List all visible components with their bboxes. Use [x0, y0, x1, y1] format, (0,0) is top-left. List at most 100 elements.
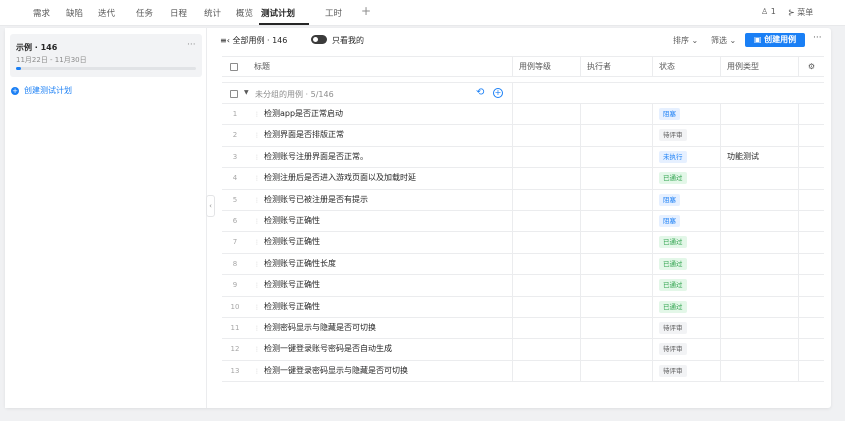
list-icon: ≡‹: [220, 36, 230, 45]
all-cases-selector[interactable]: ≡‹ 全部用例 · 146: [220, 35, 287, 46]
case-title[interactable]: 检测一键登录密码显示与隐藏是否可切换: [264, 361, 408, 381]
create-case-button[interactable]: ▣ 创建用例: [745, 33, 805, 47]
tab-requirements[interactable]: 需求: [33, 7, 50, 19]
sync-icon[interactable]: ⟲: [476, 87, 484, 98]
column-case-level[interactable]: 用例等级: [512, 57, 580, 77]
member-count[interactable]: ♙ 1: [761, 7, 776, 16]
more-icon[interactable]: ···: [187, 40, 196, 50]
case-title[interactable]: 检测注册后是否进入游戏页面以及加载时延: [264, 168, 416, 188]
status-badge[interactable]: 阻塞: [659, 108, 680, 120]
column-divider: [512, 104, 513, 125]
drag-handle-icon[interactable]: ⋮: [254, 282, 260, 289]
row-index: 3: [232, 152, 238, 161]
column-case-type[interactable]: 用例类型: [720, 57, 798, 77]
column-divider: [720, 210, 721, 232]
status-badge[interactable]: 阻塞: [659, 193, 680, 206]
group-checkbox[interactable]: [230, 90, 238, 98]
status-badge[interactable]: 已通过: [659, 172, 687, 185]
create-test-plan-button[interactable]: + 创建测试计划: [11, 85, 72, 96]
tab-test-plan[interactable]: 测试计划: [261, 7, 295, 19]
drag-handle-icon[interactable]: ⋮: [254, 132, 260, 139]
table-row[interactable]: 5 ⋮ 检测账号已被注册是否有提示 阻塞: [222, 189, 824, 211]
drag-handle-icon[interactable]: ⋮: [254, 175, 260, 182]
drag-handle-icon[interactable]: ⋮: [254, 325, 260, 332]
table-row[interactable]: 6 ⋮ 检测账号正确性 阻塞: [222, 210, 824, 233]
status-badge[interactable]: 待评审: [659, 129, 687, 142]
plus-icon[interactable]: +: [361, 4, 371, 18]
drag-handle-icon[interactable]: ⋮: [254, 154, 260, 161]
case-type[interactable]: 功能测试: [727, 147, 759, 167]
table-row[interactable]: 12 ⋮ 检测一键登录账号密码是否自动生成 待评审: [222, 339, 824, 361]
column-divider: [798, 104, 799, 125]
tab-worktime[interactable]: 工时: [325, 7, 342, 19]
status-badge[interactable]: 已通过: [659, 279, 687, 292]
settings-icon[interactable]: ⚙: [798, 57, 824, 77]
status-badge[interactable]: 待评审: [659, 343, 687, 356]
table-row[interactable]: 11 ⋮ 检测密码显示与隐藏是否可切换 待评审: [222, 317, 824, 340]
tab-schedule[interactable]: 日程: [170, 7, 187, 19]
table-row[interactable]: 2 ⋮ 检测界面是否排版正常 待评审: [222, 125, 824, 147]
case-title[interactable]: 检测密码显示与隐藏是否可切换: [264, 318, 376, 338]
drag-handle-icon[interactable]: ⋮: [254, 304, 260, 311]
tab-iterations[interactable]: 迭代: [98, 7, 115, 19]
status-badge[interactable]: 阻塞: [659, 214, 680, 227]
column-title[interactable]: 标题: [248, 57, 512, 77]
collapse-icon[interactable]: ‹: [206, 195, 215, 217]
table-row[interactable]: 10 ⋮ 检测账号正确性 已通过: [222, 296, 824, 318]
column-divider: [652, 168, 653, 189]
status-badge[interactable]: 待评审: [659, 321, 687, 334]
drag-handle-icon[interactable]: ⋮: [254, 218, 260, 225]
menu-button[interactable]: ⊱ 菜单: [788, 7, 813, 18]
sort-button[interactable]: 排序 ⌄: [673, 35, 698, 46]
table-row[interactable]: 3 ⋮ 检测账号注册界面是否正常。 未执行 功能测试: [222, 146, 824, 169]
select-all-checkbox[interactable]: [230, 63, 238, 71]
case-title[interactable]: 检测一键登录账号密码是否自动生成: [264, 339, 392, 359]
case-title[interactable]: 检测账号正确性: [264, 297, 320, 317]
status-badge[interactable]: 已通过: [659, 300, 687, 313]
drag-handle-icon[interactable]: ⋮: [254, 111, 260, 118]
add-circle-icon[interactable]: +: [493, 88, 503, 98]
table-row[interactable]: 13 ⋮ 检测一键登录密码显示与隐藏是否可切换 待评审: [222, 360, 824, 383]
tab-statistics[interactable]: 统计: [204, 7, 221, 19]
case-title[interactable]: 检测账号已被注册是否有提示: [264, 190, 368, 210]
row-index: 2: [232, 131, 238, 140]
case-title[interactable]: 检测账号正确性: [264, 211, 320, 231]
drag-handle-icon[interactable]: ⋮: [254, 239, 260, 246]
filter-button[interactable]: 筛选 ⌄: [711, 35, 736, 46]
table-row[interactable]: 9 ⋮ 检测账号正确性 已通过: [222, 275, 824, 297]
table-row[interactable]: 8 ⋮ 检测账号正确性长度 已通过: [222, 253, 824, 276]
case-title[interactable]: 检测账号正确性: [264, 275, 320, 295]
column-divider: [798, 146, 799, 168]
status-badge[interactable]: 待评审: [659, 364, 687, 377]
drag-handle-icon[interactable]: ⋮: [254, 261, 260, 268]
column-divider: [720, 146, 721, 168]
drag-handle-icon[interactable]: ⋮: [254, 346, 260, 353]
column-executor[interactable]: 执行者: [580, 57, 652, 77]
case-title[interactable]: 检测账号正确性: [264, 232, 320, 252]
row-index: 9: [232, 281, 238, 290]
status-badge[interactable]: 已通过: [659, 257, 687, 270]
column-status[interactable]: 状态: [652, 57, 720, 77]
tab-bugs[interactable]: 缺陷: [66, 7, 83, 19]
case-title[interactable]: 检测app是否正常启动: [264, 104, 343, 124]
test-plan-card[interactable]: 示例 · 146 ··· 11月22日 - 11月30日: [10, 34, 202, 77]
drag-handle-icon[interactable]: ⋮: [254, 197, 260, 204]
table-row[interactable]: 1 ⋮ 检测app是否正常启动 阻塞: [222, 104, 824, 126]
column-divider: [720, 360, 721, 382]
chevron-down-icon[interactable]: ▼: [244, 89, 249, 96]
row-index: 13: [230, 366, 240, 375]
tab-tasks[interactable]: 任务: [136, 7, 153, 19]
status-badge[interactable]: 未执行: [659, 150, 687, 163]
table-row[interactable]: 4 ⋮ 检测注册后是否进入游戏页面以及加载时延 已通过: [222, 168, 824, 190]
more-icon[interactable]: ···: [813, 33, 822, 43]
sidebar: 示例 · 146 ··· 11月22日 - 11月30日 + 创建测试计划: [5, 28, 207, 408]
case-title[interactable]: 检测界面是否排版正常: [264, 125, 344, 145]
case-title[interactable]: 检测账号正确性长度: [264, 254, 336, 274]
column-divider: [798, 317, 799, 339]
toggle-icon[interactable]: [311, 35, 327, 44]
drag-handle-icon[interactable]: ⋮: [254, 368, 260, 375]
status-badge[interactable]: 已通过: [659, 236, 687, 249]
tab-overview[interactable]: 概览: [236, 7, 253, 19]
table-row[interactable]: 7 ⋮ 检测账号正确性 已通过: [222, 232, 824, 254]
case-title[interactable]: 检测账号注册界面是否正常。: [264, 147, 368, 167]
